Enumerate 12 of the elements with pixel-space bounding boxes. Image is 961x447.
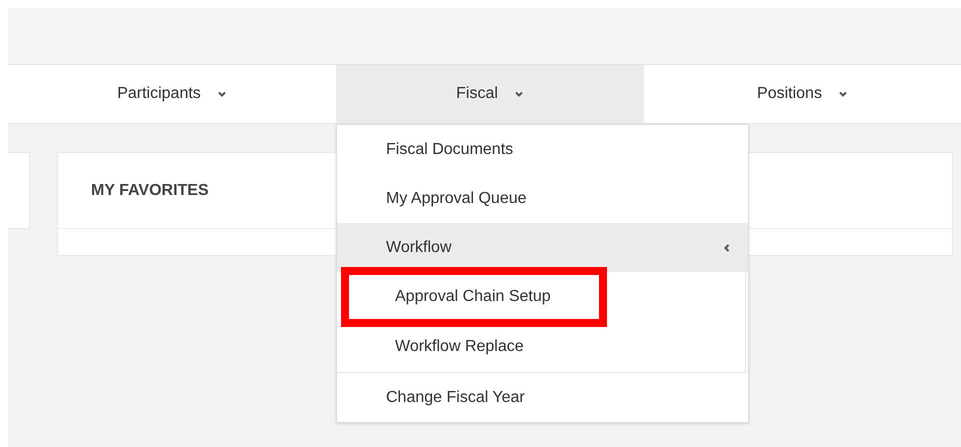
chevron-down-icon bbox=[838, 89, 848, 99]
submenu-item[interactable]: Approval Chain Setup bbox=[395, 285, 551, 309]
chevron-down-icon bbox=[514, 89, 524, 99]
card-title: MY FAVORITES bbox=[91, 180, 209, 200]
menu-item[interactable]: My Approval Queue bbox=[337, 174, 748, 223]
chevron-left-icon bbox=[722, 242, 732, 252]
menu-item[interactable]: Change Fiscal Year bbox=[337, 373, 748, 422]
submenu-item[interactable]: Workflow Replace bbox=[395, 335, 524, 359]
nav-tab[interactable]: Fiscal bbox=[336, 65, 644, 123]
chevron-down-icon bbox=[216, 89, 227, 99]
menu-item[interactable]: Fiscal Documents bbox=[337, 125, 748, 174]
menu-item[interactable]: Workflow bbox=[337, 223, 748, 272]
